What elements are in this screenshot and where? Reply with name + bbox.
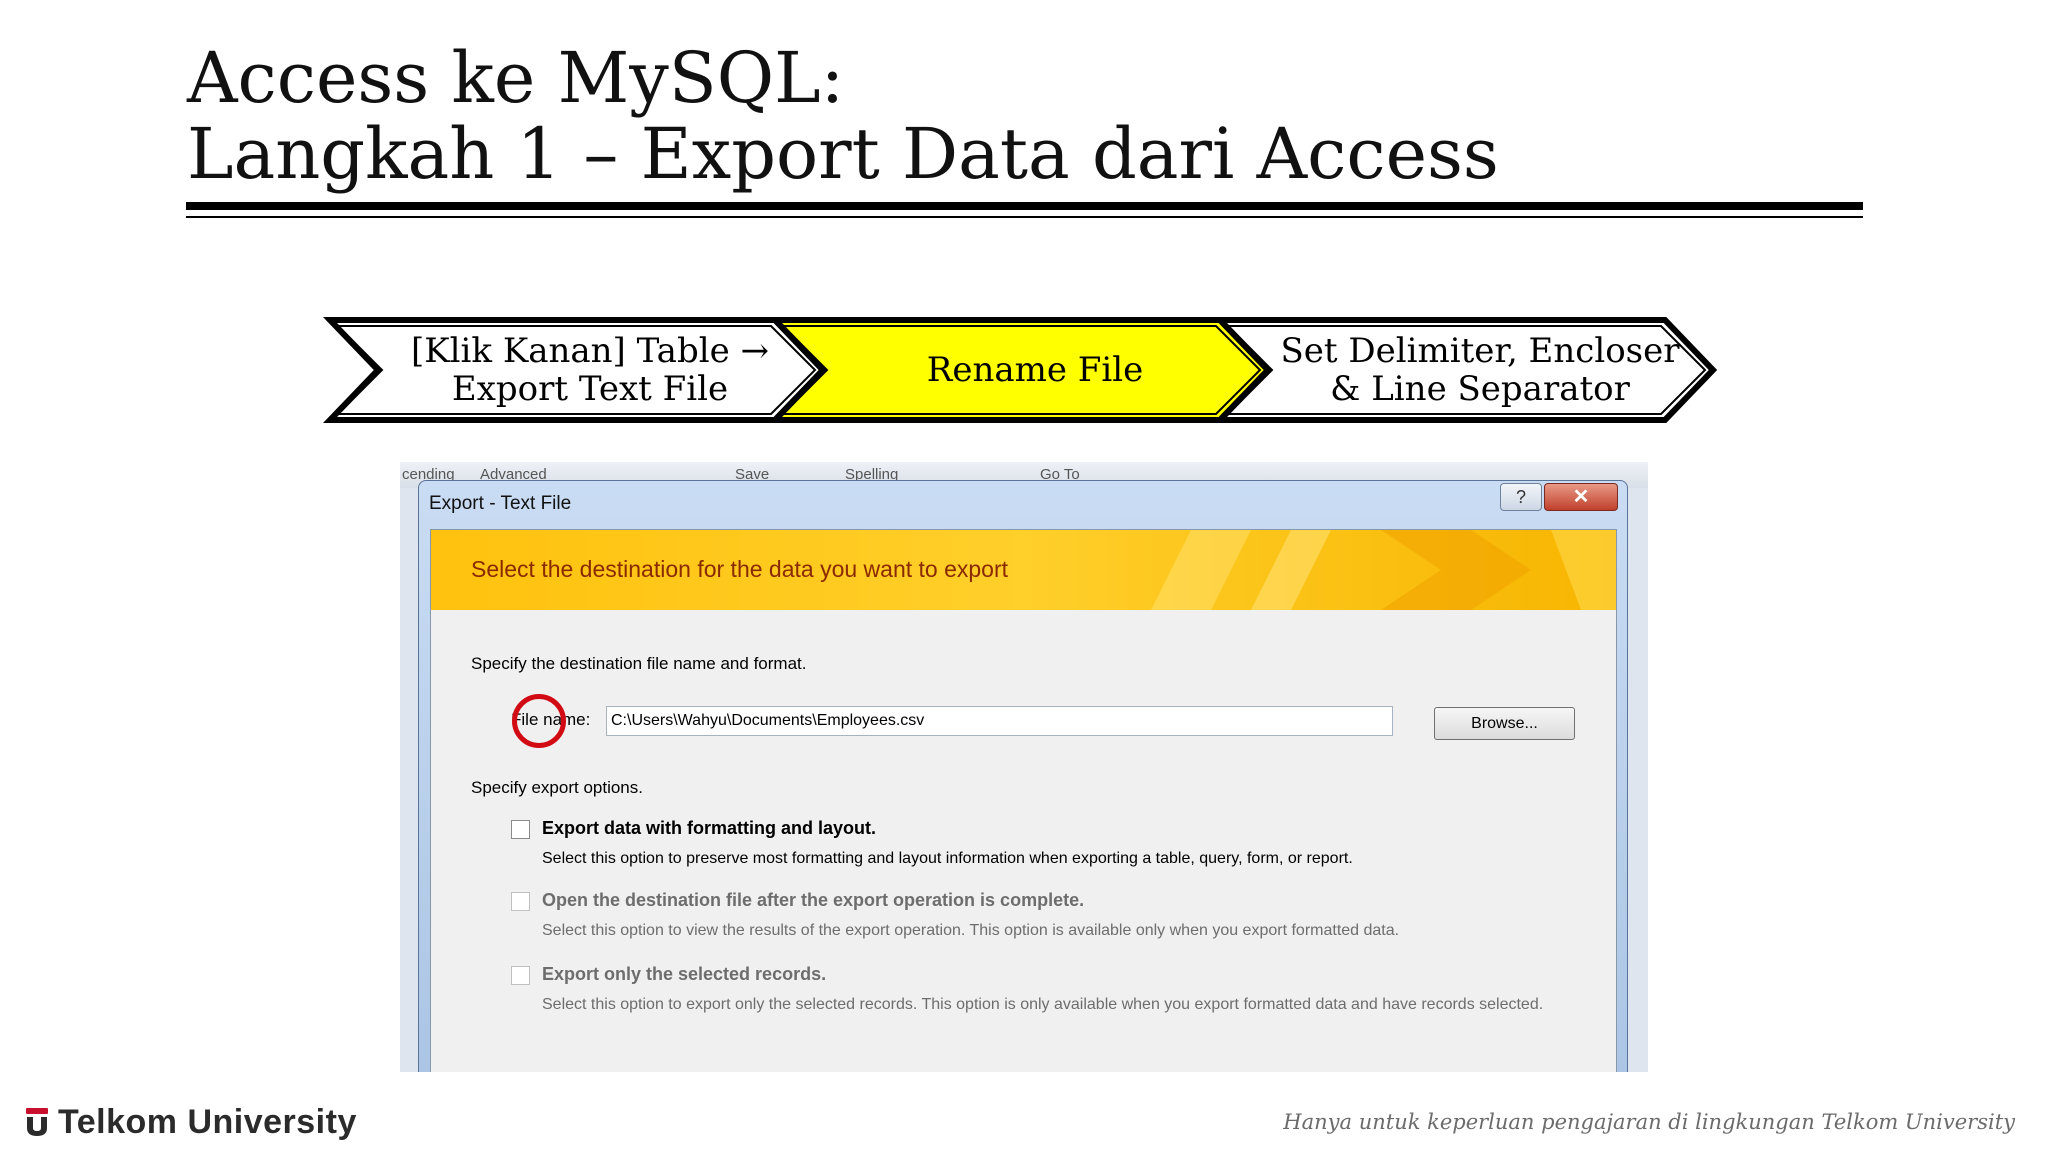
app-right-strip [1628, 488, 1648, 1072]
specify-options-label: Specify export options. [471, 778, 643, 797]
chevron-step-2: Rename File [926, 350, 1144, 390]
title-rule-thin [186, 216, 1863, 218]
dialog-title: Export - Text File [429, 493, 572, 514]
export-dialog: Export - Text File ? ✕ Select the destin… [418, 480, 1628, 1072]
open-file-option-label[interactable]: Open the destination file after the expo… [542, 890, 1084, 911]
selected-records-option-label[interactable]: Export only the selected records. [542, 964, 826, 985]
app-left-strip [400, 488, 420, 1072]
selected-records-option-description: Select this option to export only the se… [542, 996, 1544, 1013]
dialog-screenshot: cending Advanced Save Spelling Go To Exp… [400, 462, 1648, 1072]
open-file-checkbox[interactable] [511, 892, 530, 911]
file-name-input[interactable] [606, 706, 1393, 736]
telkom-logo: Telkom University [24, 1102, 357, 1142]
browse-button[interactable]: Browse... [1434, 707, 1575, 740]
selected-records-checkbox[interactable] [511, 966, 530, 985]
banner-text: Select the destination for the data you … [471, 556, 1009, 582]
slide-title: Access ke MySQL: Langkah 1 – Export Data… [187, 40, 1887, 192]
slide-title-line2: Langkah 1 – Export Data dari Access [187, 113, 1499, 195]
slide-title-line1: Access ke MySQL: [187, 37, 845, 119]
open-file-option-description: Select this option to view the results o… [542, 922, 1400, 939]
close-button[interactable]: ✕ [1544, 483, 1618, 511]
telkom-logo-icon [26, 1108, 48, 1136]
dialog-body: Select the destination for the data you … [430, 529, 1617, 1072]
process-chevrons: [Klik Kanan] Table → Export Text File Ren… [320, 316, 1730, 424]
footer-note: Hanya untuk keperluan pengajaran di ling… [1283, 1110, 2015, 1134]
formatting-checkbox[interactable] [511, 820, 530, 839]
chevron-step-3: Set Delimiter, Encloser & Line Separator [1280, 331, 1680, 409]
dialog-banner: Select the destination for the data you … [431, 530, 1616, 610]
help-button[interactable]: ? [1500, 483, 1542, 511]
logo-text: Telkom University [58, 1102, 357, 1141]
formatting-option-description: Select this option to preserve most form… [542, 850, 1353, 867]
specify-file-label: Specify the destination file name and fo… [471, 654, 807, 673]
extension-highlight-circle [512, 694, 566, 748]
chevron-step-1: [Klik Kanan] Table → Export Text File [411, 331, 769, 409]
formatting-option-label[interactable]: Export data with formatting and layout. [542, 818, 876, 839]
title-rule [186, 202, 1863, 210]
